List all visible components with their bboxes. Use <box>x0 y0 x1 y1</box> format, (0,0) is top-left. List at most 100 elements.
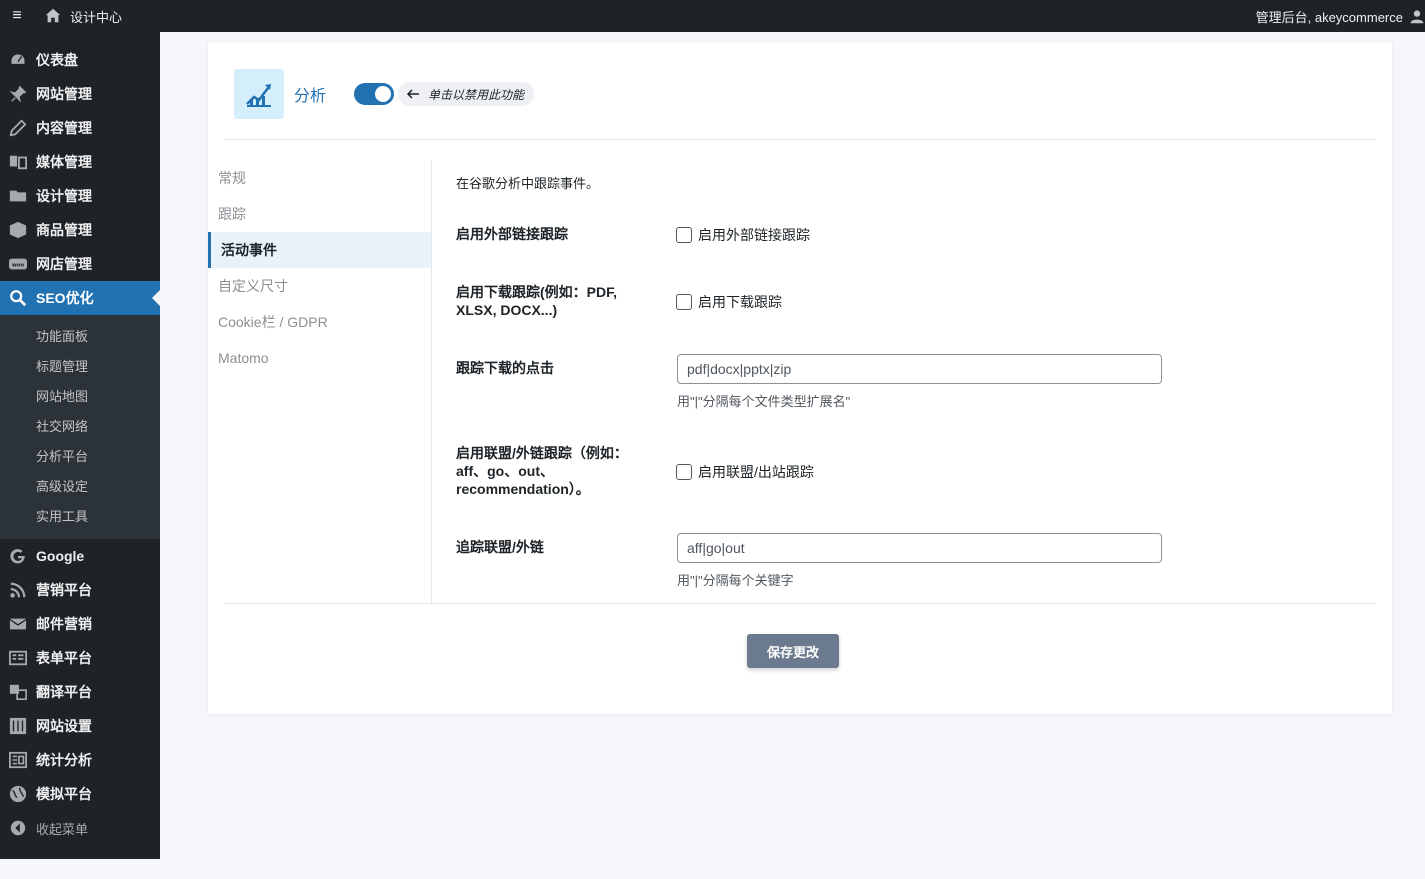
header-divider <box>224 139 1376 140</box>
sidebar-item-marketing[interactable]: 营销平台 <box>0 573 160 607</box>
chart-icon <box>9 751 27 769</box>
checkbox-box[interactable] <box>676 464 692 480</box>
rss-icon <box>9 581 27 599</box>
tab-custom-dimensions[interactable]: 自定义尺寸 <box>208 268 431 304</box>
site-home-link[interactable]: 设计中心 <box>44 7 122 26</box>
label-line: aff、go、out、 <box>456 463 554 479</box>
account-menu[interactable]: 管理后台, akeycommerce <box>1256 0 1425 32</box>
affiliate-tracking-checkbox[interactable]: 启用联盟/出站跟踪 <box>676 462 814 482</box>
collapse-arrow-icon <box>9 819 27 837</box>
pencil-icon <box>9 119 27 137</box>
account-label: 管理后台, akeycommerce <box>1255 9 1403 25</box>
sidebar-item-label: 邮件营销 <box>36 616 92 632</box>
settings-tabs: 常规 跟踪 活动事件 自定义尺寸 Cookie栏 / GDPR Matomo <box>208 160 432 603</box>
sidebar-item-translate[interactable]: 翻译平台 <box>0 675 160 709</box>
sidebar-item-label: 翻译平台 <box>36 684 92 700</box>
sidebar-item-label: 营销平台 <box>36 582 92 598</box>
woo-icon: woo <box>9 255 27 273</box>
collapse-menu-label: 收起菜单 <box>36 821 89 837</box>
settings-icon <box>9 717 27 735</box>
sidebar-item-label: 媒体管理 <box>36 154 92 170</box>
checkbox-box[interactable] <box>676 294 692 310</box>
affiliate-keywords-input[interactable] <box>677 533 1162 563</box>
sidebar-item-label: Google <box>36 548 85 564</box>
sidebar-item-label: 网站管理 <box>36 86 92 102</box>
folder-icon <box>9 187 27 205</box>
label-line: 启用联盟/外链跟踪（例如： <box>456 445 628 461</box>
sidebar-item-label: 商品管理 <box>36 222 92 238</box>
submenu-item[interactable]: 功能面板 <box>0 322 160 352</box>
sidebar-item-forms[interactable]: 表单平台 <box>0 641 160 675</box>
mail-icon <box>9 615 27 633</box>
sidebar-item-label: 网店管理 <box>36 256 92 272</box>
sidebar-item-dashboard[interactable]: 仪表盘 <box>0 43 160 77</box>
sidebar-item-simulate[interactable]: 模拟平台 <box>0 777 160 811</box>
save-changes-button[interactable]: 保存更改 <box>747 634 839 668</box>
toggle-hint-text: 单击以禁用此功能 <box>428 87 525 102</box>
sidebar-item-email[interactable]: 邮件营销 <box>0 607 160 641</box>
external-link-checkbox[interactable]: 启用外部链接跟踪 <box>676 225 810 245</box>
sidebar-item-label: 模拟平台 <box>36 786 92 802</box>
tab-cookie-gdpr[interactable]: Cookie栏 / GDPR <box>208 304 431 340</box>
section-description: 在谷歌分析中跟踪事件。 <box>456 176 600 191</box>
download-tracking-checkbox[interactable]: 启用下载跟踪 <box>676 292 782 312</box>
module-enable-toggle[interactable] <box>354 83 395 105</box>
sidebar-item-google[interactable]: Google <box>0 539 160 573</box>
submenu-item[interactable]: 高级设定 <box>0 472 160 502</box>
dashboard-icon <box>9 51 27 69</box>
sidebar-item-site[interactable]: 网站管理 <box>0 77 160 111</box>
download-extensions-input[interactable] <box>677 354 1162 384</box>
settings-card: 分析 单击以禁用此功能 常规 跟踪 活动事件 自定义尺寸 Cookie栏 / G… <box>208 42 1392 714</box>
sidebar-item-label: 设计管理 <box>36 188 92 204</box>
submenu-item[interactable]: 标题管理 <box>0 352 160 382</box>
sidebar-item-seo[interactable]: SEO优化 <box>0 281 160 315</box>
analytics-module-icon <box>234 69 284 119</box>
sidebar-item-label: 统计分析 <box>36 752 92 768</box>
admin-sidebar: 仪表盘 网站管理 内容管理 媒体管理 设计管理 商品管理 woo 网店管理 SE… <box>0 32 160 859</box>
form-icon <box>9 649 27 667</box>
label-line: 启用下载跟踪(例如：PDF, <box>456 284 617 300</box>
menu-toggle-icon[interactable]: ≡ <box>0 7 34 25</box>
label-line: XLSX, DOCX...) <box>456 302 558 318</box>
download-extensions-help: 用"|"分隔每个文件类型扩展名" <box>677 394 851 409</box>
sidebar-item-label: 网站设置 <box>36 718 92 734</box>
sidebar-item-shop[interactable]: woo 网店管理 <box>0 247 160 281</box>
submenu-item[interactable]: 实用工具 <box>0 502 160 532</box>
sidebar-item-label: 内容管理 <box>36 120 92 136</box>
checkbox-box[interactable] <box>676 227 692 243</box>
collapse-menu-button[interactable]: 收起菜单 <box>0 811 160 845</box>
sidebar-item-label: 仪表盘 <box>36 52 78 68</box>
tab-tracking[interactable]: 跟踪 <box>208 196 431 232</box>
sidebar-item-design[interactable]: 设计管理 <box>0 179 160 213</box>
download-tracking-label: 启用下载跟踪(例如：PDF, XLSX, DOCX...) <box>456 283 646 319</box>
submenu-item[interactable]: 网站地图 <box>0 382 160 412</box>
sidebar-item-settings[interactable]: 网站设置 <box>0 709 160 743</box>
module-title: 分析 <box>294 88 327 105</box>
home-icon <box>45 8 61 23</box>
affiliate-keywords-label: 追踪联盟/外链 <box>456 539 544 555</box>
site-title: 设计中心 <box>70 9 123 25</box>
affiliate-tracking-label: 启用联盟/外链跟踪（例如： aff、go、out、 recommendation… <box>456 444 646 498</box>
submenu-item[interactable]: 分析平台 <box>0 442 160 472</box>
label-line: recommendation）。 <box>456 481 590 497</box>
seo-submenu: 功能面板 标题管理 网站地图 社交网络 分析平台 高级设定 实用工具 <box>0 315 160 539</box>
tab-general[interactable]: 常规 <box>208 160 431 196</box>
tab-matomo[interactable]: Matomo <box>208 340 431 376</box>
tab-events[interactable]: 活动事件 <box>208 232 431 268</box>
module-header: 分析 单击以禁用此功能 <box>234 69 535 119</box>
analytics-chart-icon <box>246 84 271 107</box>
toggle-hint: 单击以禁用此功能 <box>398 82 535 106</box>
checkbox-label: 启用联盟/出站跟踪 <box>698 464 814 480</box>
media-icon <box>9 153 27 171</box>
toggle-knob <box>375 86 392 102</box>
sidebar-item-stats[interactable]: 统计分析 <box>0 743 160 777</box>
sidebar-item-content[interactable]: 内容管理 <box>0 111 160 145</box>
affiliate-keywords-help: 用"|"分隔每个关键字 <box>677 573 794 588</box>
globe-icon <box>9 785 27 803</box>
translate-icon <box>9 683 27 701</box>
user-avatar-icon <box>1410 10 1424 24</box>
submenu-item[interactable]: 社交网络 <box>0 412 160 442</box>
sidebar-item-products[interactable]: 商品管理 <box>0 213 160 247</box>
sidebar-item-media[interactable]: 媒体管理 <box>0 145 160 179</box>
external-link-label: 启用外部链接跟踪 <box>456 226 568 242</box>
